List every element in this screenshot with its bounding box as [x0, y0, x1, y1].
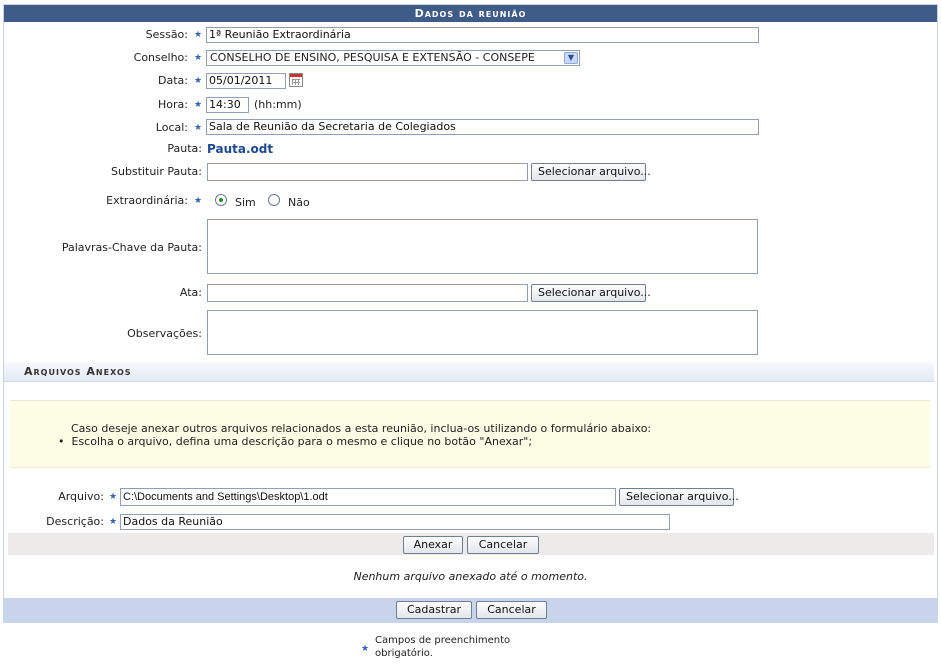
sessao-input[interactable]: 1ª Reunião Extraordinária [206, 27, 759, 43]
substituir-pauta-file-input[interactable] [207, 163, 528, 181]
required-star-icon: ★ [361, 644, 370, 654]
conselho-select[interactable]: CONSELHO DE ENSINO, PESQUISA E EXTENSÃO … [206, 50, 580, 66]
hora-hint: (hh:mm) [254, 98, 302, 111]
anexar-button[interactable]: Anexar [403, 536, 463, 554]
required-star-icon: ★ [194, 53, 203, 63]
required-star-icon: ★ [194, 196, 203, 206]
anexo-cancelar-button[interactable]: Cancelar [467, 536, 539, 554]
conselho-selected-value: CONSELHO DE ENSINO, PESQUISA E EXTENSÃO … [210, 51, 535, 64]
required-star-icon: ★ [109, 517, 118, 527]
arquivos-anexos-section-title: Arquivos Anexos [4, 362, 934, 382]
observacoes-textarea[interactable] [207, 310, 758, 355]
panel-title: Dados da reunião [4, 5, 937, 22]
no-attachments-message: Nenhum arquivo anexado até o momento. [353, 570, 588, 583]
substituir-pauta-label: Substituir Pauta: [110, 165, 202, 178]
data-input[interactable]: 05/01/2011 [206, 73, 286, 89]
required-star-icon: ★ [194, 100, 203, 110]
required-legend-line2: obrigatório. [375, 648, 433, 659]
hora-input[interactable]: 14:30 [206, 97, 249, 113]
info-bullet-text: Escolha o arquivo, defina uma descrição … [71, 435, 533, 448]
local-label: Local: [155, 121, 188, 134]
arquivo-label: Arquivo: [58, 490, 104, 503]
ata-file-input[interactable] [207, 284, 528, 302]
required-legend-text: Campos de preenchimento obrigatório. [375, 634, 510, 660]
palavras-chave-label: Palavras-Chave da Pauta: [61, 241, 202, 254]
required-star-icon: ★ [194, 76, 203, 86]
descricao-input[interactable]: Dados da Reunião [120, 514, 670, 530]
arquivo-select-file-button[interactable]: Selecionar arquivo... [619, 488, 739, 506]
extraordinaria-nao-radio[interactable] [268, 194, 280, 206]
palavras-chave-textarea[interactable] [207, 219, 758, 274]
data-label: Data: [158, 74, 188, 87]
info-bullet-item: • Escolha o arquivo, defina uma descriçã… [58, 434, 532, 450]
substituir-pauta-select-file-button[interactable]: Selecionar arquivo... [531, 163, 651, 181]
descricao-label: Descrição: [46, 515, 104, 528]
calendar-icon[interactable] [289, 73, 303, 87]
required-legend-line1: Campos de preenchimento [375, 635, 511, 646]
sim-label: Sim [235, 196, 256, 209]
arquivo-file-input[interactable]: C:\Documents and Settings\Desktop\1.odt [120, 488, 616, 506]
nao-label: Não [288, 196, 310, 209]
chevron-down-icon[interactable]: ▼ [564, 52, 578, 64]
info-box: Caso deseje anexar outros arquivos relac… [10, 400, 930, 468]
cadastrar-button[interactable]: Cadastrar [396, 601, 472, 619]
hora-label: Hora: [158, 98, 188, 111]
ata-select-file-button[interactable]: Selecionar arquivo... [531, 284, 651, 302]
cancelar-button[interactable]: Cancelar [476, 601, 547, 619]
local-input[interactable]: Sala de Reunião da Secretaria de Colegia… [206, 119, 759, 135]
pauta-file-link[interactable]: Pauta.odt [207, 141, 273, 157]
bullet-icon: • [58, 435, 72, 448]
observacoes-label: Observações: [127, 327, 202, 340]
extraordinaria-sim-radio[interactable] [215, 194, 227, 206]
required-star-icon: ★ [194, 123, 203, 133]
required-star-icon: ★ [194, 30, 203, 40]
sessao-label: Sessão: [145, 28, 188, 41]
pauta-label: Pauta: [167, 142, 202, 155]
ata-label: Ata: [179, 286, 202, 299]
conselho-label: Conselho: [133, 51, 188, 64]
required-star-icon: ★ [109, 492, 118, 502]
extraordinaria-label: Extraordinária: [106, 194, 188, 207]
